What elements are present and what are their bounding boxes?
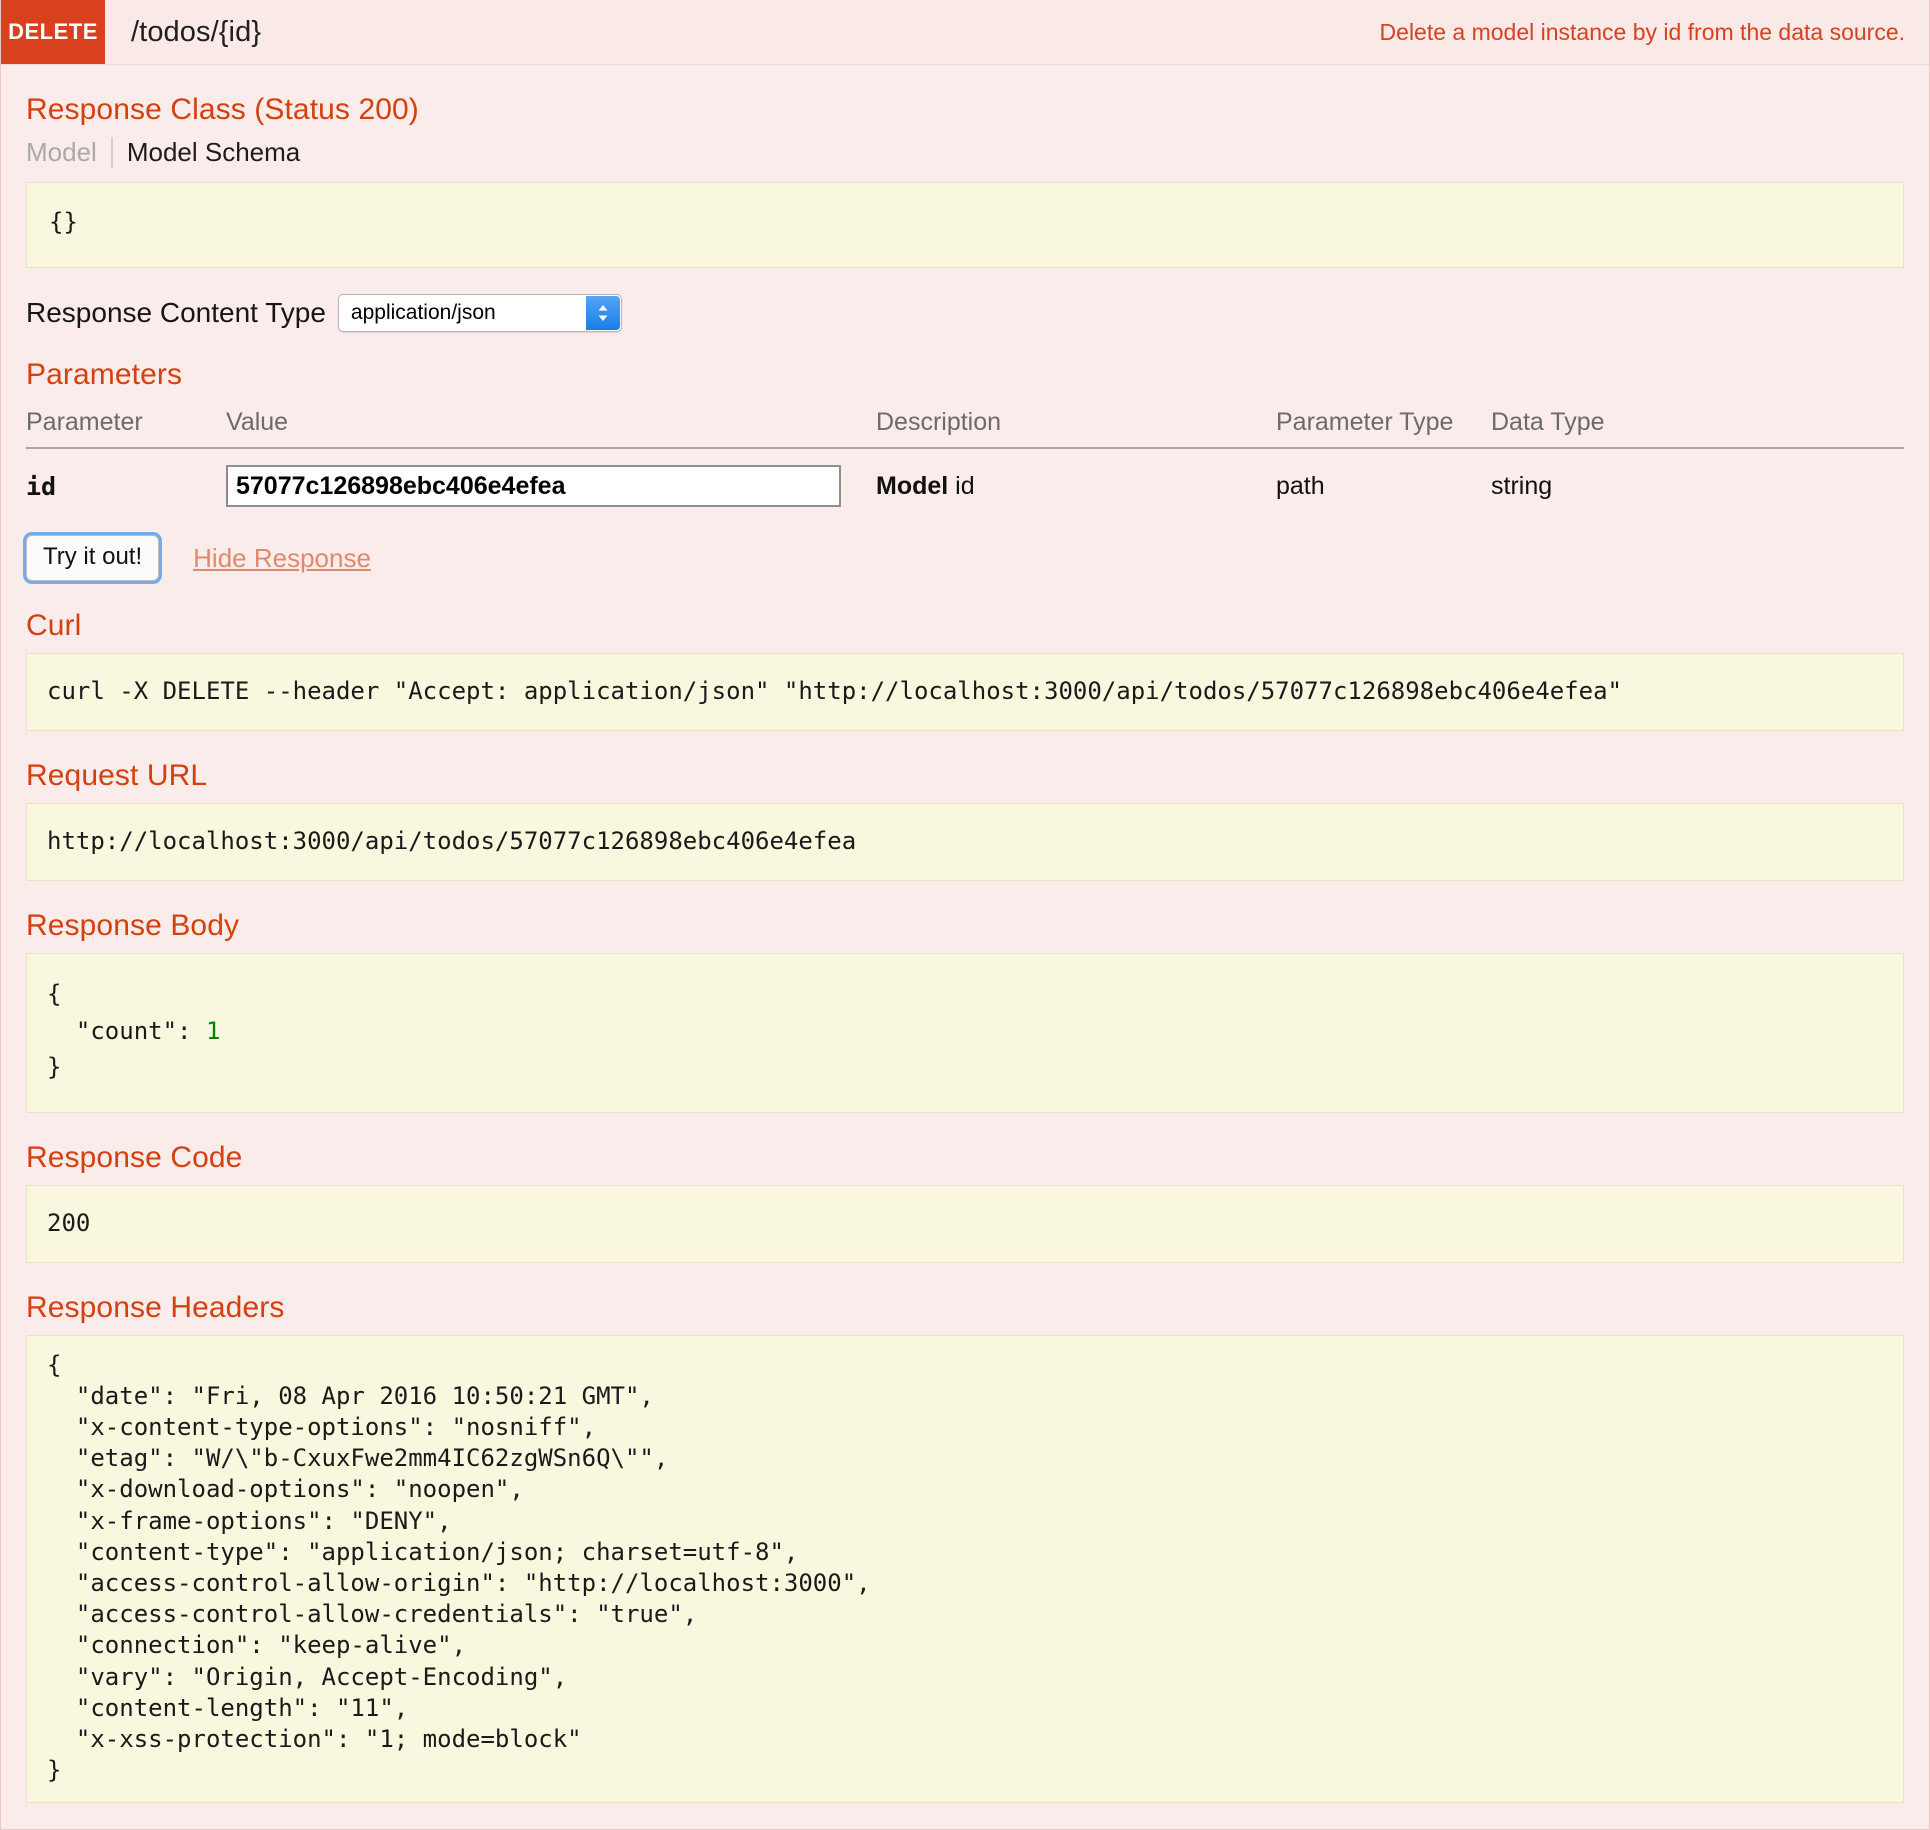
response-code-title: Response Code (26, 1140, 243, 1174)
curl-title: Curl (26, 609, 82, 643)
curl-command[interactable]: curl -X DELETE --header "Accept: applica… (26, 653, 1904, 732)
parameters-table: Parameter Value Description Parameter Ty… (26, 402, 1904, 521)
operation-header[interactable]: DELETE /todos/{id} Delete a model instan… (1, 0, 1929, 65)
response-body-code[interactable]: { "count": 1 } (26, 953, 1904, 1113)
parameter-description-rest: id (948, 471, 975, 500)
parameter-description: Model id (876, 448, 1276, 521)
try-it-out-button[interactable]: Try it out! (26, 535, 160, 582)
operation-path[interactable]: /todos/{id} (105, 0, 261, 64)
response-body-suffix: } (47, 1053, 62, 1082)
response-class-title: Response Class (Status 200) (26, 93, 419, 126)
operation-actions: Try it out! Hide Response (26, 535, 1904, 582)
response-content-type-row: Response Content Type application/json (26, 294, 1904, 333)
column-header-data-type: Data Type (1491, 402, 1904, 450)
http-method-badge: DELETE (1, 0, 105, 64)
api-operation-panel: DELETE /todos/{id} Delete a model instan… (0, 0, 1930, 1830)
hide-response-link[interactable]: Hide Response (193, 543, 371, 574)
tab-model-schema[interactable]: Model Schema (110, 137, 314, 168)
table-header-row: Parameter Value Description Parameter Ty… (26, 402, 1904, 450)
column-header-description: Description (876, 402, 1276, 450)
model-schema-code[interactable]: {} (26, 182, 1904, 269)
parameters-title: Parameters (26, 358, 183, 392)
column-header-parameter: Parameter (26, 402, 226, 450)
response-content-type-value: application/json (350, 301, 496, 325)
operation-content: Response Class (Status 200) Model Model … (1, 93, 1929, 1829)
operation-summary: Delete a model instance by id from the d… (1379, 18, 1905, 45)
chevron-updown-icon[interactable] (585, 296, 620, 331)
parameter-data-type: string (1491, 471, 1553, 500)
tab-model[interactable]: Model (26, 137, 111, 168)
response-content-type-label: Response Content Type (26, 297, 326, 329)
table-row: id Model id path string (26, 448, 1904, 521)
response-content-type-select[interactable]: application/json (337, 294, 622, 333)
schema-tab-list: Model Model Schema (26, 137, 1904, 168)
response-headers-title: Response Headers (26, 1290, 285, 1324)
parameter-description-strong: Model (876, 471, 949, 500)
response-headers-code[interactable]: { "date": "Fri, 08 Apr 2016 10:50:21 GMT… (26, 1334, 1904, 1804)
column-header-parameter-type: Parameter Type (1276, 402, 1491, 450)
response-code-value[interactable]: 200 (26, 1184, 1904, 1263)
column-header-value: Value (226, 402, 876, 450)
response-body-title: Response Body (26, 909, 240, 943)
response-body-prefix: { "count": (47, 980, 192, 1045)
parameter-name: id (26, 471, 57, 501)
request-url-title: Request URL (26, 759, 208, 793)
id-input[interactable] (226, 465, 841, 508)
request-url-value[interactable]: http://localhost:3000/api/todos/57077c12… (26, 803, 1904, 882)
parameter-value-cell (226, 448, 876, 521)
parameter-type: path (1276, 471, 1325, 500)
response-body-count-value: 1 (205, 1016, 221, 1045)
